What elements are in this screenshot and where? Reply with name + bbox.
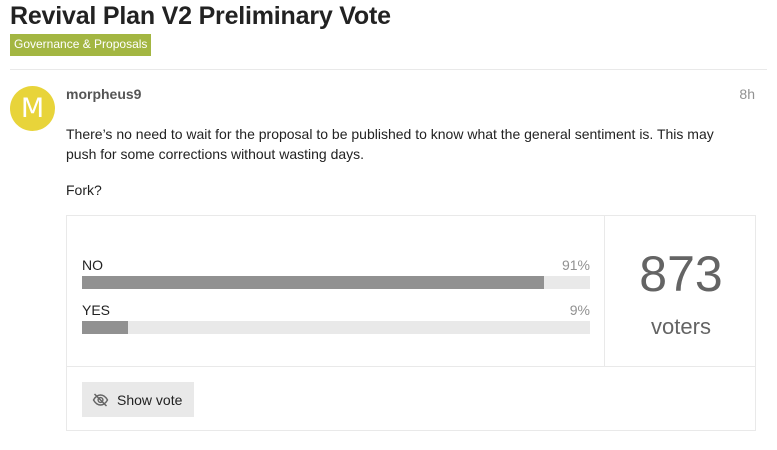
username[interactable]: morpheus9 xyxy=(66,86,141,102)
poll: NO 91% YES 9% 873 voters Show vote xyxy=(66,215,756,431)
poll-option-percent: 91% xyxy=(561,257,590,273)
post-paragraph: Fork? xyxy=(66,182,102,198)
eye-slash-icon xyxy=(92,392,109,407)
poll-option-percent: 9% xyxy=(569,302,590,318)
poll-bar-fill xyxy=(82,321,128,334)
poll-results: NO 91% YES 9% xyxy=(67,216,605,366)
poll-divider xyxy=(67,366,755,367)
topic-title[interactable]: Revival Plan V2 Preliminary Vote xyxy=(10,2,391,31)
poll-bar-track xyxy=(82,276,590,289)
show-vote-button[interactable]: Show vote xyxy=(82,382,195,417)
voter-count: 873 xyxy=(639,246,723,302)
voter-label: voters xyxy=(651,314,711,339)
show-vote-label: Show vote xyxy=(117,391,183,408)
topic-divider xyxy=(10,69,767,70)
poll-bar-fill xyxy=(82,276,545,289)
poll-option-label: NO xyxy=(82,257,103,273)
poll-bar-track xyxy=(82,321,590,334)
category-badge[interactable]: Governance & Proposals xyxy=(10,34,152,56)
poll-info: 873 voters xyxy=(606,216,756,366)
poll-option-yes: YES 9% xyxy=(82,302,590,334)
post-age[interactable]: 8h xyxy=(739,86,755,102)
poll-option-no: NO 91% xyxy=(82,257,590,289)
avatar[interactable]: M xyxy=(10,86,55,131)
poll-option-label: YES xyxy=(82,302,111,318)
post-paragraph: There’s no need to wait for the proposal… xyxy=(66,126,714,162)
